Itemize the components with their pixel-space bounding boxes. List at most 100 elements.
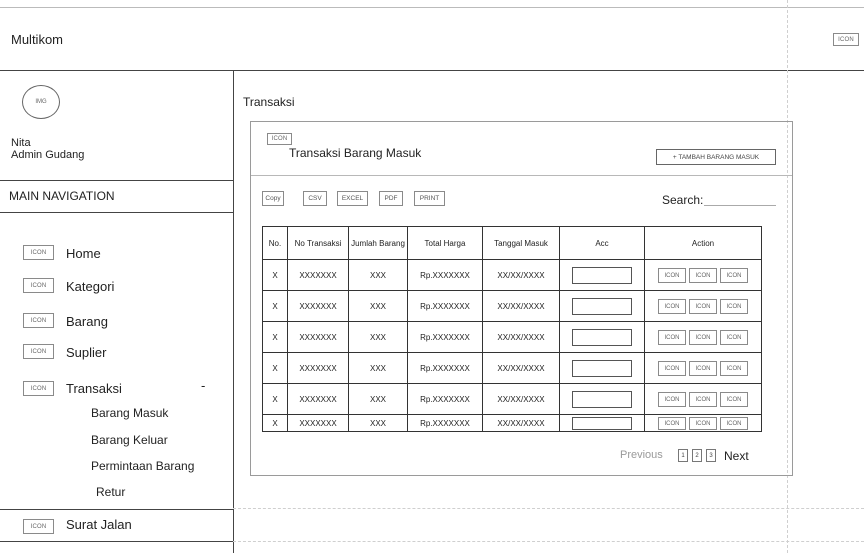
action-cell: ICON ICON ICON: [644, 352, 762, 384]
barang-icon: ICON: [23, 313, 54, 328]
table-cell: XXXXXXX: [287, 414, 349, 432]
table-row: X XXXXXXX XXX Rp.XXXXXXX XX/XX/XXXX ICON ICON I…: [262, 414, 762, 432]
kategori-icon: ICON: [23, 278, 54, 293]
profile-name: Nita: [11, 137, 31, 149]
view-icon[interactable]: ICON: [658, 391, 686, 407]
acc-cell: [559, 414, 645, 432]
page-button-3[interactable]: 3: [706, 449, 716, 462]
card-title-icon: ICON: [267, 133, 292, 145]
table-cell: XXXXXXX: [287, 352, 349, 384]
csv-button[interactable]: CSV: [303, 191, 327, 206]
table-cell: X: [262, 352, 288, 384]
table-cell: XX/XX/XXXX: [482, 259, 560, 291]
add-barang-masuk-button[interactable]: + TAMBAH BARANG MASUK: [656, 149, 776, 165]
search-input[interactable]: [704, 205, 776, 206]
column-header: Total Harga: [407, 226, 483, 260]
table-cell: Rp.XXXXXXX: [407, 290, 483, 322]
column-header: No.: [262, 226, 288, 260]
sidebar-item-label: Home: [66, 246, 101, 261]
page-title: Transaksi: [243, 95, 295, 109]
column-header: Acc: [559, 226, 645, 260]
excel-button[interactable]: EXCEL: [337, 191, 368, 206]
acc-cell: [559, 290, 645, 322]
header-divider: [0, 70, 864, 71]
table-row: X XXXXXXX XXX Rp.XXXXXXX XX/XX/XXXX ICON ICON I…: [262, 259, 762, 291]
delete-icon[interactable]: ICON: [720, 329, 748, 345]
edit-icon[interactable]: ICON: [689, 416, 717, 430]
acc-input[interactable]: [572, 390, 632, 408]
edit-icon[interactable]: ICON: [689, 391, 717, 407]
delete-icon[interactable]: ICON: [720, 298, 748, 314]
edit-icon[interactable]: ICON: [689, 298, 717, 314]
delete-icon[interactable]: ICON: [720, 391, 748, 407]
copy-button[interactable]: Copy: [262, 191, 284, 206]
card-header-divider: [251, 175, 792, 176]
table-cell: X: [262, 383, 288, 415]
action-cell: ICON ICON ICON: [644, 383, 762, 415]
table-cell: XXX: [348, 352, 408, 384]
sidebar-subitem-retur[interactable]: Retur: [96, 485, 125, 499]
sidebar-subitem-barang-keluar[interactable]: Barang Keluar: [91, 433, 168, 447]
edit-icon[interactable]: ICON: [689, 267, 717, 283]
view-icon[interactable]: ICON: [658, 267, 686, 283]
print-button[interactable]: PRINT: [414, 191, 445, 206]
sidebar-item-label: Transaksi: [66, 381, 122, 396]
guide-line: [233, 508, 864, 509]
table-row: X XXXXXXX XXX Rp.XXXXXXX XX/XX/XXXX ICON ICON I…: [262, 383, 762, 415]
search-label: Search:: [662, 193, 704, 207]
sidebar-bottom-divider: [0, 541, 233, 542]
edit-icon[interactable]: ICON: [689, 329, 717, 345]
table-cell: XX/XX/XXXX: [482, 383, 560, 415]
table-cell: Rp.XXXXXXX: [407, 352, 483, 384]
acc-input[interactable]: [572, 297, 632, 315]
view-icon[interactable]: ICON: [658, 298, 686, 314]
edit-icon[interactable]: ICON: [689, 360, 717, 376]
profile-role: Admin Gudang: [11, 149, 85, 161]
nav-heading-divider: [0, 212, 233, 213]
table-header-row: No. No Transaksi Jumlah Barang Total Har…: [262, 226, 762, 260]
sidebar-item-label: Barang: [66, 314, 108, 329]
avatar-label: IMG: [35, 99, 47, 105]
acc-input[interactable]: [572, 416, 632, 430]
delete-icon[interactable]: ICON: [720, 416, 748, 430]
sidebar-subitem-permintaan-barang[interactable]: Permintaan Barang: [91, 459, 194, 473]
acc-input[interactable]: [572, 328, 632, 346]
column-header: No Transaksi: [287, 226, 349, 260]
table-cell: Rp.XXXXXXX: [407, 321, 483, 353]
view-icon[interactable]: ICON: [658, 416, 686, 430]
transaksi-table: No. No Transaksi Jumlah Barang Total Har…: [262, 226, 762, 432]
delete-icon[interactable]: ICON: [720, 360, 748, 376]
view-icon[interactable]: ICON: [658, 360, 686, 376]
table-cell: XXXXXXX: [287, 383, 349, 415]
pdf-button[interactable]: PDF: [379, 191, 403, 206]
pagination-next[interactable]: Next: [724, 449, 749, 463]
acc-input[interactable]: [572, 266, 632, 284]
transaksi-icon: ICON: [23, 381, 54, 396]
sidebar-divider: [0, 509, 233, 510]
view-icon[interactable]: ICON: [658, 329, 686, 345]
table-row: X XXXXXXX XXX Rp.XXXXXXX XX/XX/XXXX ICON ICON I…: [262, 290, 762, 322]
table-cell: XXXXXXX: [287, 321, 349, 353]
table-cell: Rp.XXXXXXX: [407, 414, 483, 432]
column-header: Action: [644, 226, 762, 260]
table-cell: XXX: [348, 290, 408, 322]
card-title: Transaksi Barang Masuk: [289, 146, 422, 160]
table-cell: XXXXXXX: [287, 290, 349, 322]
page-button-1[interactable]: 1: [678, 449, 688, 462]
column-header: Jumlah Barang: [348, 226, 408, 260]
table-row: X XXXXXXX XXX Rp.XXXXXXX XX/XX/XXXX ICON ICON I…: [262, 321, 762, 353]
sidebar-subitem-barang-masuk[interactable]: Barang Masuk: [91, 406, 168, 420]
sidebar-item-label: Surat Jalan: [66, 517, 132, 532]
brand-name: Multikom: [11, 32, 64, 47]
table-cell: XX/XX/XXXX: [482, 414, 560, 432]
delete-icon[interactable]: ICON: [720, 267, 748, 283]
acc-cell: [559, 383, 645, 415]
table-cell: Rp.XXXXXXX: [407, 383, 483, 415]
page-button-2[interactable]: 2: [692, 449, 702, 462]
table-cell: XX/XX/XXXX: [482, 321, 560, 353]
pagination-previous[interactable]: Previous: [620, 449, 663, 461]
sidebar-border: [233, 70, 234, 553]
acc-input[interactable]: [572, 359, 632, 377]
header-menu-icon[interactable]: ICON: [833, 33, 859, 46]
nav-heading: MAIN NAVIGATION: [9, 189, 115, 203]
